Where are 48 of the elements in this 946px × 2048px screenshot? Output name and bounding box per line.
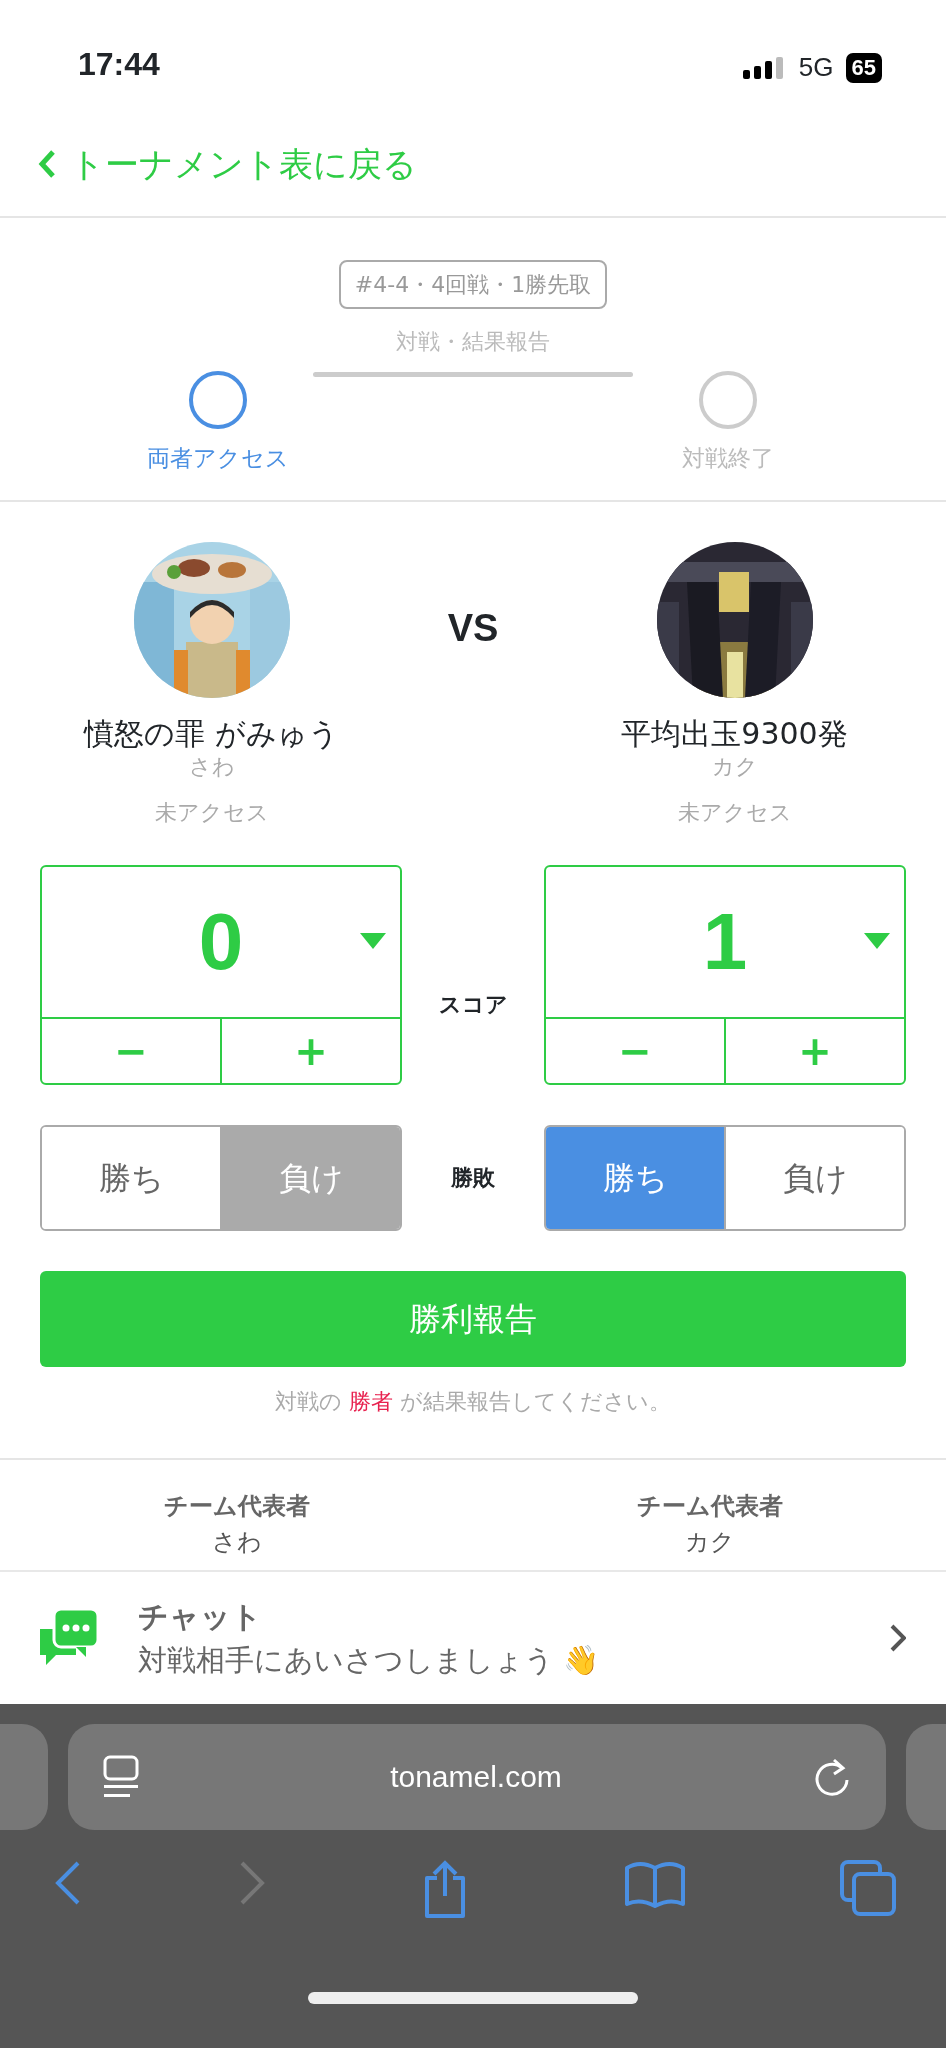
report-button[interactable]: 勝利報告 <box>40 1270 906 1367</box>
decrement-button[interactable]: − <box>546 1018 724 1083</box>
match-badge: #4-4・4回戦・1勝先取 <box>338 260 608 309</box>
score-box[interactable]: 1 − + <box>544 864 906 1085</box>
battery-level: 65 <box>845 52 882 83</box>
tab-preview[interactable] <box>0 1723 48 1830</box>
access-status: 未アクセス <box>154 798 269 827</box>
step-label: 対戦終了 <box>682 444 774 473</box>
step-label: 両者アクセス <box>147 444 289 473</box>
page-menu-icon[interactable] <box>102 1754 140 1799</box>
back-link[interactable]: トーナメント表に戻る <box>38 138 417 190</box>
increment-button[interactable]: + <box>724 1018 904 1083</box>
versus-label: VS <box>446 605 500 651</box>
url-text: tonamel.com <box>390 1759 562 1796</box>
chat-message: 対戦相手にあいさつしましょう 👋 <box>138 1641 601 1679</box>
result-toggle[interactable]: 負け <box>724 1126 904 1229</box>
score-value: 1 <box>702 895 748 988</box>
player-subname: さわ <box>188 753 235 780</box>
step-connector-label: 対戦・結果報告 <box>396 328 550 356</box>
result-toggle[interactable]: 負け <box>220 1126 400 1229</box>
player-name: 憤怒の罪 がみゅう <box>84 715 339 752</box>
bookmarks-icon[interactable] <box>624 1859 685 1908</box>
team-heading: チーム代表者 <box>636 1490 783 1522</box>
caret-icon[interactable] <box>864 932 890 949</box>
tab-preview[interactable] <box>906 1723 946 1830</box>
team-heading: チーム代表者 <box>163 1490 310 1522</box>
result-toggle[interactable]: 勝ち <box>546 1126 724 1229</box>
score-label: スコア <box>437 991 509 1020</box>
status-time: 17:44 <box>78 45 160 84</box>
increment-button[interactable]: + <box>220 1018 400 1083</box>
result-label: 勝敗 <box>450 1164 496 1193</box>
tabs-icon[interactable] <box>840 1859 896 1916</box>
caret-icon[interactable] <box>360 932 386 949</box>
network-label: 5G <box>798 51 834 84</box>
address-bar[interactable]: tonamel.com <box>68 1723 886 1830</box>
player-name: 平均出玉9300発 <box>621 715 848 752</box>
decrement-button[interactable]: − <box>42 1018 220 1083</box>
back-icon[interactable] <box>54 1859 82 1906</box>
team-representative: カク <box>684 1527 735 1557</box>
score-box[interactable]: 0 − + <box>40 864 402 1085</box>
chevron-left-icon <box>38 149 56 179</box>
score-value: 0 <box>198 895 244 988</box>
instruction-text: 対戦の 勝者 が結果報告してください。 <box>274 1387 672 1416</box>
player-subname: カク <box>711 753 758 780</box>
chat-title: チャット <box>138 1597 263 1636</box>
chevron-right-icon <box>890 1623 906 1652</box>
access-status: 未アクセス <box>677 798 792 827</box>
team-representative: さわ <box>211 1527 262 1557</box>
